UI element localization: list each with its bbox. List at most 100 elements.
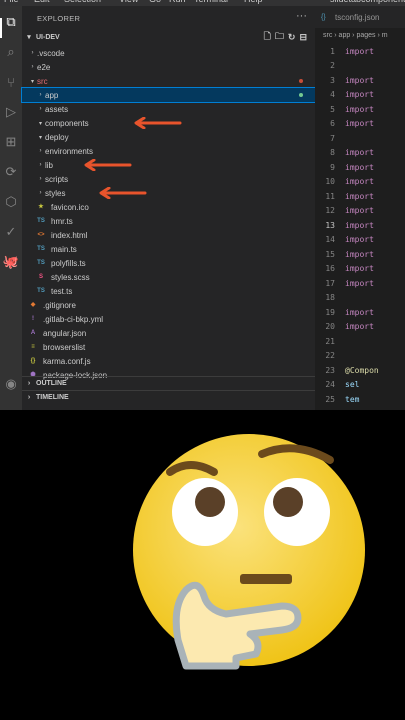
line-number: 11 <box>325 191 335 201</box>
extensions-icon[interactable]: ⊞ <box>3 134 19 150</box>
activity-bar: ⧉ ⌕ ⑂ ▷ ⊞ ⟳ ⬡ ✓ 🐙 ◉ <box>0 6 22 410</box>
tree-item-scripts[interactable]: › scripts <box>22 172 315 186</box>
file-type-icon: ★ <box>38 203 44 210</box>
tree-item-browserslist[interactable]: ≡ browserslist <box>22 340 315 354</box>
explorer-icon[interactable]: ⧉ <box>3 14 19 30</box>
tree-item-label: styles.scss <box>51 272 90 282</box>
file-type-icon: ! <box>32 315 34 322</box>
tree-item-src[interactable]: ▾ src <box>22 74 315 88</box>
tree-item-label: styles <box>45 188 66 198</box>
code-text: import <box>345 235 374 244</box>
tree-item-label: hmr.ts <box>51 216 73 226</box>
tree-item-karma-conf-js[interactable]: {} karma.conf.js <box>22 354 315 368</box>
tree-item-favicon-ico[interactable]: ★ favicon.ico <box>22 200 315 214</box>
tree-item-vscode[interactable]: › .vscode <box>22 46 315 60</box>
new-file-icon[interactable]: 🗋 <box>264 29 271 45</box>
chevron-right-icon: › <box>39 176 42 182</box>
tab-label: tsconfig.json <box>335 12 380 22</box>
tree-item-label: deploy <box>45 132 69 142</box>
source-control-icon[interactable]: ⑂ <box>3 74 19 90</box>
tree-item-deploy[interactable]: ▾ deploy <box>22 130 315 144</box>
tree-item-index-html[interactable]: <> index.html <box>22 228 315 242</box>
line-number: 23 <box>325 365 335 375</box>
tree-item-e2e[interactable]: › e2e <box>22 60 315 74</box>
chevron-right-icon: › <box>39 162 42 168</box>
account-icon[interactable]: ◉ <box>3 376 19 392</box>
tree-item-angular-json[interactable]: Aangular.json <box>22 326 315 340</box>
menu-selection[interactable]: Selection <box>64 0 101 4</box>
modified-dot-icon <box>299 79 303 83</box>
code-line: 4 import <box>315 88 405 102</box>
tree-item-styles[interactable]: › styles <box>22 186 315 200</box>
code-line: 13 import <box>315 218 405 232</box>
line-number: 24 <box>325 380 335 389</box>
workspace-header[interactable]: ▾ UI-DEV 🗋 🗀 ↻ ⊟ <box>22 30 315 44</box>
code-line: 2 <box>315 59 405 73</box>
line-number: 16 <box>325 264 335 273</box>
code-line: 5 import <box>315 102 405 116</box>
code-line: 21 <box>315 334 405 348</box>
file-type-icon: {} <box>30 357 36 364</box>
line-number: 15 <box>325 249 335 259</box>
timeline-section[interactable]: › TIMELINE <box>22 390 315 404</box>
menu-terminal[interactable]: Terminal <box>194 0 228 4</box>
tree-item-label: scripts <box>45 174 69 184</box>
tree-item-assets[interactable]: › assets <box>22 102 315 116</box>
tree-item-label: test.ts <box>51 286 73 296</box>
line-number: 20 <box>325 322 335 331</box>
tab-bar: {} tsconfig.json <box>315 6 405 28</box>
tree-item-hmr-ts[interactable]: TS hmr.ts <box>22 214 315 228</box>
menu-edit[interactable]: Edit <box>34 0 50 4</box>
collapse-all-icon[interactable]: ⊟ <box>299 32 307 43</box>
tree-item-label: assets <box>45 104 69 114</box>
line-number: 4 <box>330 90 335 99</box>
tree-item-styles-scss[interactable]: Sstyles.scss <box>22 270 315 284</box>
code-line: 9 import <box>315 160 405 174</box>
tree-item-lib[interactable]: › lib <box>22 158 315 172</box>
code-line: 12 import <box>315 204 405 218</box>
outline-section[interactable]: › OUTLINE <box>22 376 315 390</box>
new-folder-icon[interactable]: 🗀 <box>275 29 284 45</box>
file-type-icon: S <box>38 273 43 280</box>
chevron-right-icon: › <box>31 64 34 70</box>
refresh-icon[interactable]: ↻ <box>288 32 296 43</box>
tree-item-gitignore[interactable]: ◆ .gitignore <box>22 298 315 312</box>
code-text: import <box>345 119 374 128</box>
tree-item-test-ts[interactable]: TS test.ts <box>22 284 315 298</box>
modified-dot-icon <box>299 93 303 97</box>
tree-item-gitlab-ci-bkp-yml[interactable]: ! .gitlab-ci-bkp.yml <box>22 312 315 326</box>
file-type-icon: TS <box>37 259 45 266</box>
tree-item-main-ts[interactable]: TS main.ts <box>22 242 315 256</box>
tab-tsconfig[interactable]: {} tsconfig.json <box>315 6 405 28</box>
file-type-icon: A <box>30 329 36 336</box>
chevron-right-icon: › <box>39 92 42 98</box>
docker-icon[interactable]: 🐙 <box>3 254 19 270</box>
menu-file[interactable]: File <box>4 0 19 4</box>
code-text: tem <box>345 394 360 404</box>
menu-help[interactable]: Help <box>244 0 263 4</box>
line-number: 14 <box>325 235 335 244</box>
menu-run[interactable]: Run <box>169 0 186 4</box>
vscode-window: File Edit Selection View Go Run Terminal Help sl… <box>0 0 405 410</box>
tree-item-label: angular.json <box>43 328 87 338</box>
code-line: 24 sel <box>315 378 405 392</box>
tree-item-app[interactable]: › app <box>21 87 316 103</box>
menu-go[interactable]: Go <box>149 0 161 4</box>
testing-icon[interactable]: ✓ <box>3 224 19 240</box>
menu-view[interactable]: View <box>119 0 138 4</box>
chevron-right-icon: › <box>39 148 42 154</box>
code-text: import <box>345 104 374 114</box>
line-number: 22 <box>325 351 335 360</box>
remote-icon[interactable]: ⟳ <box>3 164 19 180</box>
search-icon[interactable]: ⌕ <box>3 44 19 60</box>
tree-item-polyfills-ts[interactable]: TS polyfills.ts <box>22 256 315 270</box>
azure-icon[interactable]: ⬡ <box>3 194 19 210</box>
line-number: 13 <box>325 220 335 230</box>
more-actions-icon[interactable]: ··· <box>296 10 307 22</box>
run-debug-icon[interactable]: ▷ <box>3 104 19 120</box>
breadcrumb[interactable]: src › app › pages › m <box>323 32 388 39</box>
tree-item-label: environments <box>45 146 94 156</box>
tree-item-environments[interactable]: › environments <box>22 144 315 158</box>
chevron-right-icon: › <box>39 106 42 112</box>
line-number: 5 <box>330 104 335 114</box>
